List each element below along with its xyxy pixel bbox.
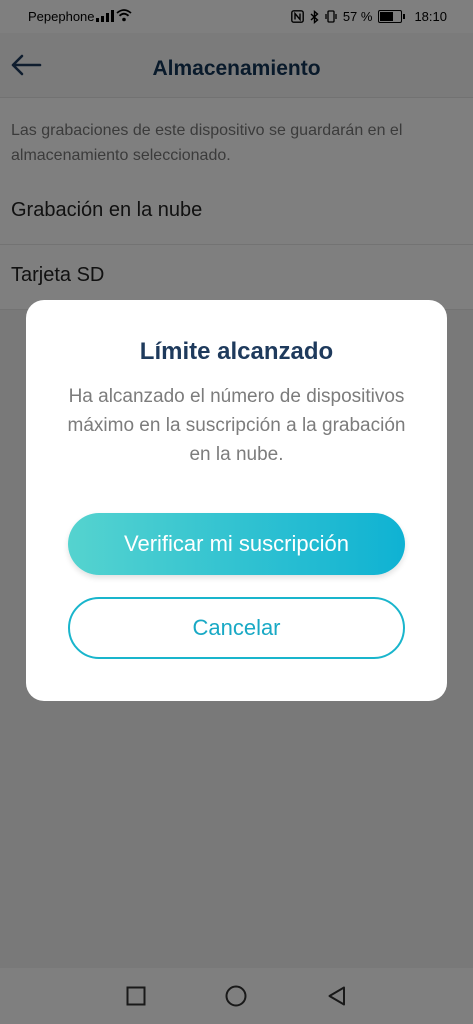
- verify-subscription-button[interactable]: Verificar mi suscripción: [68, 513, 405, 575]
- cancel-button[interactable]: Cancelar: [68, 597, 405, 659]
- limit-reached-dialog: Límite alcanzado Ha alcanzado el número …: [26, 300, 447, 701]
- dialog-title: Límite alcanzado: [139, 338, 334, 365]
- dialog-message: Ha alcanzado el número de dispositivos m…: [67, 386, 406, 465]
